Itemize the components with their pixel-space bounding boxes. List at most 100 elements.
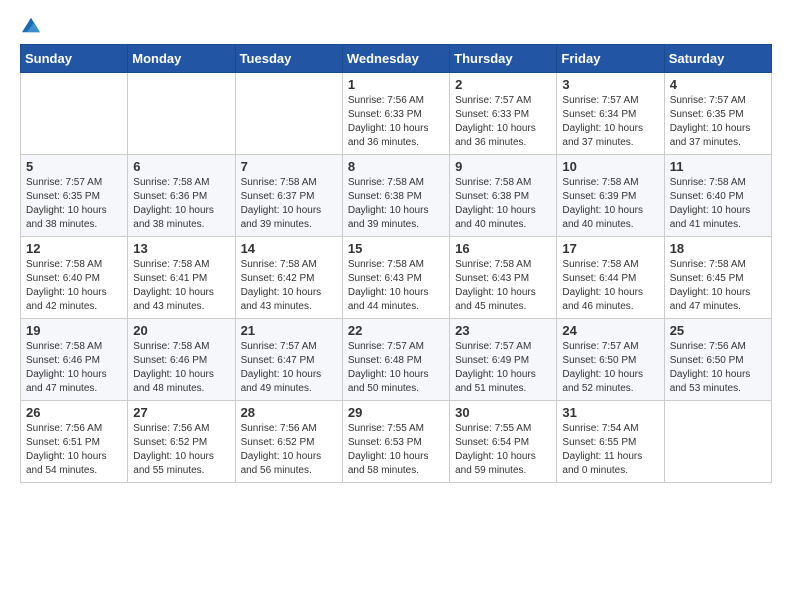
day-cell: 10 Sunrise: 7:58 AM Sunset: 6:39 PM Dayli…: [557, 155, 664, 237]
day-cell: 11 Sunrise: 7:58 AM Sunset: 6:40 PM Dayli…: [664, 155, 771, 237]
week-row-4: 19 Sunrise: 7:58 AM Sunset: 6:46 PM Dayli…: [21, 319, 772, 401]
day-info: Sunrise: 7:56 AM Sunset: 6:50 PM Dayligh…: [670, 340, 766, 396]
day-number: 24: [562, 323, 658, 338]
day-number: 23: [455, 323, 551, 338]
column-header-wednesday: Wednesday: [342, 45, 449, 73]
day-info: Sunrise: 7:58 AM Sunset: 6:41 PM Dayligh…: [133, 258, 229, 314]
day-cell: 27Sunrise: 7:56 AM Sunset: 6:52 PM Dayli…: [128, 401, 235, 483]
day-number: 10: [562, 159, 658, 174]
day-cell: [21, 73, 128, 155]
day-number: 16: [455, 241, 551, 256]
day-info: Sunrise: 7:57 AM Sunset: 6:34 PM Dayligh…: [562, 94, 658, 150]
day-cell: 9 Sunrise: 7:58 AM Sunset: 6:38 PM Daylig…: [450, 155, 557, 237]
column-header-friday: Friday: [557, 45, 664, 73]
day-number: 9: [455, 159, 551, 174]
day-info: Sunrise: 7:57 AM Sunset: 6:50 PM Dayligh…: [562, 340, 658, 396]
day-info: Sunrise: 7:58 AM Sunset: 6:43 PM Dayligh…: [455, 258, 551, 314]
day-cell: 20 Sunrise: 7:58 AM Sunset: 6:46 PM Dayli…: [128, 319, 235, 401]
calendar-table: SundayMondayTuesdayWednesdayThursdayFrid…: [20, 44, 772, 483]
day-number: 21: [241, 323, 337, 338]
day-number: 5: [26, 159, 122, 174]
day-cell: 3 Sunrise: 7:57 AM Sunset: 6:34 PM Daylig…: [557, 73, 664, 155]
day-number: 7: [241, 159, 337, 174]
day-cell: 31 Sunrise: 7:54 AM Sunset: 6:55 PM Dayli…: [557, 401, 664, 483]
day-cell: 6 Sunrise: 7:58 AM Sunset: 6:36 PM Daylig…: [128, 155, 235, 237]
header: [20, 16, 772, 34]
day-cell: 13Sunrise: 7:58 AM Sunset: 6:41 PM Dayli…: [128, 237, 235, 319]
day-info: Sunrise: 7:58 AM Sunset: 6:40 PM Dayligh…: [26, 258, 122, 314]
day-number: 8: [348, 159, 444, 174]
week-row-5: 26 Sunrise: 7:56 AM Sunset: 6:51 PM Dayli…: [21, 401, 772, 483]
day-number: 4: [670, 77, 766, 92]
day-number: 19: [26, 323, 122, 338]
day-cell: 28 Sunrise: 7:56 AM Sunset: 6:52 PM Dayli…: [235, 401, 342, 483]
day-cell: 22Sunrise: 7:57 AM Sunset: 6:48 PM Dayli…: [342, 319, 449, 401]
day-cell: 12Sunrise: 7:58 AM Sunset: 6:40 PM Dayli…: [21, 237, 128, 319]
day-number: 1: [348, 77, 444, 92]
day-number: 28: [241, 405, 337, 420]
day-cell: 7 Sunrise: 7:58 AM Sunset: 6:37 PM Daylig…: [235, 155, 342, 237]
day-cell: 18 Sunrise: 7:58 AM Sunset: 6:45 PM Dayli…: [664, 237, 771, 319]
day-info: Sunrise: 7:56 AM Sunset: 6:52 PM Dayligh…: [241, 422, 337, 478]
day-info: Sunrise: 7:58 AM Sunset: 6:46 PM Dayligh…: [26, 340, 122, 396]
day-number: 14: [241, 241, 337, 256]
column-header-sunday: Sunday: [21, 45, 128, 73]
logo: [20, 16, 40, 34]
day-info: Sunrise: 7:58 AM Sunset: 6:44 PM Dayligh…: [562, 258, 658, 314]
day-cell: 5Sunrise: 7:57 AM Sunset: 6:35 PM Daylig…: [21, 155, 128, 237]
logo-icon: [22, 16, 40, 34]
day-info: Sunrise: 7:58 AM Sunset: 6:40 PM Dayligh…: [670, 176, 766, 232]
day-cell: 29 Sunrise: 7:55 AM Sunset: 6:53 PM Dayli…: [342, 401, 449, 483]
day-cell: [664, 401, 771, 483]
day-info: Sunrise: 7:57 AM Sunset: 6:35 PM Dayligh…: [670, 94, 766, 150]
page: SundayMondayTuesdayWednesdayThursdayFrid…: [0, 0, 792, 499]
day-cell: 26 Sunrise: 7:56 AM Sunset: 6:51 PM Dayli…: [21, 401, 128, 483]
day-number: 6: [133, 159, 229, 174]
day-number: 31: [562, 405, 658, 420]
day-number: 3: [562, 77, 658, 92]
day-cell: [128, 73, 235, 155]
day-cell: 2 Sunrise: 7:57 AM Sunset: 6:33 PM Daylig…: [450, 73, 557, 155]
day-number: 15: [348, 241, 444, 256]
day-info: Sunrise: 7:58 AM Sunset: 6:36 PM Dayligh…: [133, 176, 229, 232]
day-info: Sunrise: 7:55 AM Sunset: 6:54 PM Dayligh…: [455, 422, 551, 478]
column-header-monday: Monday: [128, 45, 235, 73]
day-info: Sunrise: 7:58 AM Sunset: 6:37 PM Dayligh…: [241, 176, 337, 232]
day-number: 25: [670, 323, 766, 338]
day-number: 30: [455, 405, 551, 420]
day-info: Sunrise: 7:54 AM Sunset: 6:55 PM Dayligh…: [562, 422, 658, 478]
day-info: Sunrise: 7:58 AM Sunset: 6:46 PM Dayligh…: [133, 340, 229, 396]
day-info: Sunrise: 7:58 AM Sunset: 6:38 PM Dayligh…: [348, 176, 444, 232]
day-info: Sunrise: 7:55 AM Sunset: 6:53 PM Dayligh…: [348, 422, 444, 478]
day-info: Sunrise: 7:57 AM Sunset: 6:47 PM Dayligh…: [241, 340, 337, 396]
day-info: Sunrise: 7:56 AM Sunset: 6:33 PM Dayligh…: [348, 94, 444, 150]
day-info: Sunrise: 7:58 AM Sunset: 6:45 PM Dayligh…: [670, 258, 766, 314]
day-number: 20: [133, 323, 229, 338]
day-cell: 4 Sunrise: 7:57 AM Sunset: 6:35 PM Daylig…: [664, 73, 771, 155]
day-number: 17: [562, 241, 658, 256]
day-cell: 25 Sunrise: 7:56 AM Sunset: 6:50 PM Dayli…: [664, 319, 771, 401]
day-cell: 8 Sunrise: 7:58 AM Sunset: 6:38 PM Daylig…: [342, 155, 449, 237]
day-cell: 14Sunrise: 7:58 AM Sunset: 6:42 PM Dayli…: [235, 237, 342, 319]
day-number: 11: [670, 159, 766, 174]
column-header-tuesday: Tuesday: [235, 45, 342, 73]
day-number: 29: [348, 405, 444, 420]
day-number: 22: [348, 323, 444, 338]
day-cell: 16 Sunrise: 7:58 AM Sunset: 6:43 PM Dayli…: [450, 237, 557, 319]
day-cell: 30 Sunrise: 7:55 AM Sunset: 6:54 PM Dayli…: [450, 401, 557, 483]
day-cell: 19 Sunrise: 7:58 AM Sunset: 6:46 PM Dayli…: [21, 319, 128, 401]
day-info: Sunrise: 7:58 AM Sunset: 6:43 PM Dayligh…: [348, 258, 444, 314]
day-info: Sunrise: 7:57 AM Sunset: 6:33 PM Dayligh…: [455, 94, 551, 150]
day-info: Sunrise: 7:58 AM Sunset: 6:39 PM Dayligh…: [562, 176, 658, 232]
day-info: Sunrise: 7:57 AM Sunset: 6:49 PM Dayligh…: [455, 340, 551, 396]
header-row: SundayMondayTuesdayWednesdayThursdayFrid…: [21, 45, 772, 73]
day-cell: 21 Sunrise: 7:57 AM Sunset: 6:47 PM Dayli…: [235, 319, 342, 401]
day-cell: 1 Sunrise: 7:56 AM Sunset: 6:33 PM Daylig…: [342, 73, 449, 155]
day-cell: [235, 73, 342, 155]
day-number: 26: [26, 405, 122, 420]
day-number: 2: [455, 77, 551, 92]
day-info: Sunrise: 7:58 AM Sunset: 6:38 PM Dayligh…: [455, 176, 551, 232]
week-row-1: 1 Sunrise: 7:56 AM Sunset: 6:33 PM Daylig…: [21, 73, 772, 155]
day-info: Sunrise: 7:56 AM Sunset: 6:51 PM Dayligh…: [26, 422, 122, 478]
day-number: 18: [670, 241, 766, 256]
